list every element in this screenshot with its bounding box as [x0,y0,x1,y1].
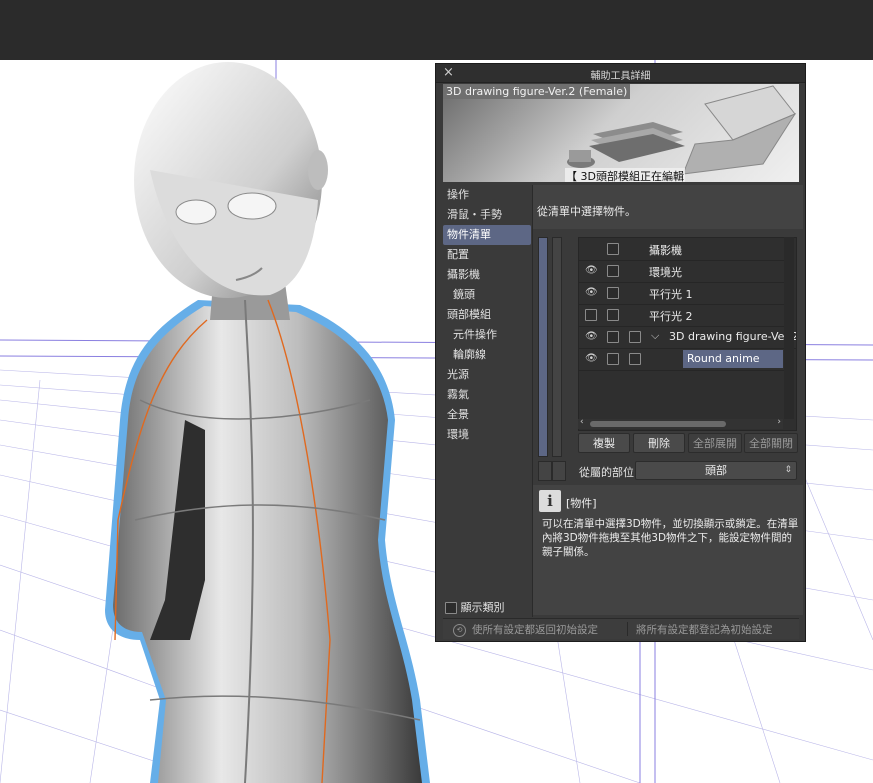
info-title: [物件] [566,497,597,510]
lock-checkbox[interactable] [607,309,619,321]
object-label: 平行光 2 [649,310,693,323]
nav-item-object-list[interactable]: 物件清單 [443,225,531,245]
option-checkbox[interactable] [629,353,641,365]
horizontal-scrollbar[interactable]: ‹ › [578,417,783,429]
preview-object-name: 3D drawing figure-Ver.2 (Female) [443,84,631,99]
object-label: 攝影機 [649,244,682,257]
panel-title-bar[interactable]: × 輔助工具詳細 [436,64,805,83]
list-item[interactable]: 平行光 2 [579,304,784,327]
nav-item-environment[interactable]: 環境 [443,425,531,445]
preview-area: 3D drawing figure-Ver.2 (Female) 【 3D頭部模… [443,84,799,182]
nav-item-fog[interactable]: 霧氣 [443,385,531,405]
object-list-settings: 從清單中選擇物件。 攝影機 👁 環境光 👁 平行光 1 平行光 2 👁 ⌵ 3D… [533,185,803,617]
panel-footer: ⟲ 使所有設定都返回初始設定 將所有設定都登記為初始設定 [443,618,799,639]
scroll-right-icon[interactable]: › [777,417,781,427]
list-item[interactable]: 👁 平行光 1 [579,282,784,305]
hint-text: 從清單中選擇物件。 [537,205,636,218]
visibility-checkbox[interactable] [585,309,597,321]
expand-all-button[interactable]: 全部展開 [688,433,742,453]
nav-item-outline[interactable]: 輪廓線 [443,345,531,365]
parent-part-label: 從屬的部位 [579,466,634,479]
info-description: 可以在清單中選擇3D物件，並切換顯示或鎖定。在清單內將3D物件拖拽至其他3D物件… [542,518,799,558]
canvas-top-bar [0,0,873,60]
list-item[interactable]: 攝影機 [579,238,784,261]
object-label: 3D drawing figure-Ver.2 (Female) [669,330,797,343]
reset-all-button[interactable]: ⟲ 使所有設定都返回初始設定 [453,622,598,637]
scroll-thumb[interactable] [590,421,726,427]
duplicate-button[interactable]: 複製 [578,433,630,453]
show-category-label: 顯示類別 [460,601,505,614]
info-box: i [物件] 可以在清單中選擇3D物件，並切換顯示或鎖定。在清單內將3D物件拖拽… [533,485,803,615]
option-checkbox[interactable] [629,331,641,343]
chevron-down-icon[interactable]: ⌵ [651,329,659,343]
updown-icon: ⇕ [784,465,792,475]
scroll-left-icon[interactable]: ‹ [580,417,584,427]
nav-item-lens[interactable]: 鏡頭 [443,285,531,305]
object-label-selected[interactable]: Round anime [683,350,783,368]
lock-checkbox[interactable] [607,287,619,299]
nav-item-operation[interactable]: 操作 [443,185,531,205]
delete-button[interactable]: 刪除 [633,433,685,453]
nav-item-panorama[interactable]: 全景 [443,405,531,425]
object-label: 平行光 1 [649,288,693,301]
eye-icon[interactable]: 👁 [585,287,598,298]
lock-checkbox[interactable] [607,353,619,365]
eye-icon[interactable]: 👁 [585,331,598,342]
preview-status: 【 3D頭部模組正在編輯 】 [565,168,685,182]
collapse-all-button[interactable]: 全部關閉 [744,433,798,453]
nav-item-light-source[interactable]: 光源 [443,365,531,385]
nav-item-camera[interactable]: 攝影機 [443,265,531,285]
vertical-scrollbar[interactable] [784,237,794,419]
nav-item-part-operation[interactable]: 元件操作 [443,325,531,345]
parent-part-value: 頭部 [705,464,727,477]
register-all-button[interactable]: 將所有設定都登記為初始設定 [636,622,773,637]
list-item[interactable]: 👁 Round anime [579,348,784,371]
eye-icon[interactable]: 👁 [585,265,598,276]
eye-icon[interactable]: 👁 [585,353,598,364]
list-item[interactable]: 👁 環境光 [579,260,784,283]
reset-all-label: 使所有設定都返回初始設定 [472,624,598,636]
expand-track-handle[interactable] [552,237,562,457]
nav-item-placement[interactable]: 配置 [443,245,531,265]
footer-divider [627,622,628,636]
reset-icon: ⟲ [453,623,466,637]
tool-property-panel: × 輔助工具詳細 3D drawing figure-Ver.2 (Female… [435,63,806,642]
parent-part-select[interactable]: 頭部 ⇕ [635,461,797,480]
info-icon: i [539,490,561,512]
list-item[interactable]: 👁 ⌵ 3D drawing figure-Ver.2 (Female) [579,326,796,349]
lock-track-foot[interactable] [538,461,552,481]
lock-track-handle[interactable] [538,237,548,457]
lock-checkbox[interactable] [607,331,619,343]
show-category-toggle[interactable]: 顯示類別 [445,599,505,615]
panel-title: 輔助工具詳細 [590,71,651,82]
lock-checkbox[interactable] [607,243,619,255]
show-category-checkbox[interactable] [445,602,457,614]
object-list: 攝影機 👁 環境光 👁 平行光 1 平行光 2 👁 ⌵ 3D drawing f… [578,237,797,431]
lock-checkbox[interactable] [607,265,619,277]
nav-item-head-model[interactable]: 頭部模組 [443,305,531,325]
object-label: 環境光 [649,266,682,279]
expand-track-foot[interactable] [552,461,566,481]
category-nav: 操作 滑鼠・手勢 物件清單 配置 攝影機 鏡頭 頭部模組 元件操作 輪廓線 光源… [443,185,531,615]
nav-item-mouse-gesture[interactable]: 滑鼠・手勢 [443,205,531,225]
